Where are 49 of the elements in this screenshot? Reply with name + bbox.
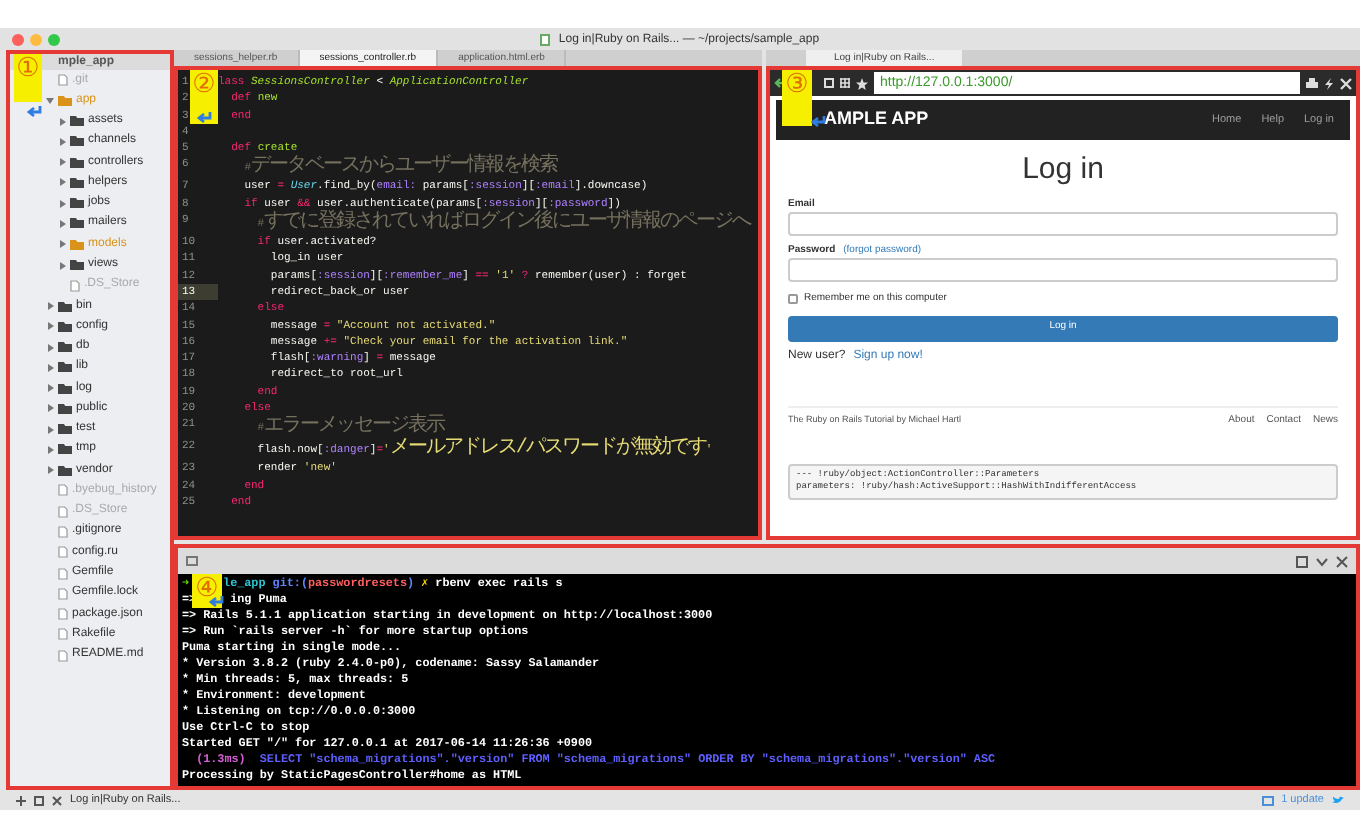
file-icon [58, 74, 68, 87]
star-icon[interactable] [856, 77, 868, 89]
password-field[interactable] [788, 258, 1338, 282]
chevron-icon[interactable] [46, 384, 54, 393]
square-icon[interactable] [34, 795, 44, 805]
chevron-icon[interactable] [58, 137, 66, 146]
grid-icon[interactable] [840, 78, 850, 88]
chevron-icon[interactable] [46, 343, 54, 352]
document-icon [540, 33, 551, 45]
curved-arrow-icon [208, 594, 224, 608]
callout-label: ④ [192, 574, 222, 608]
chevron-icon[interactable] [46, 445, 54, 454]
chevron-icon[interactable] [46, 466, 54, 475]
plus-icon[interactable] [16, 795, 26, 805]
update-icon[interactable] [1261, 795, 1274, 805]
email-field[interactable] [788, 212, 1338, 236]
chevron-icon[interactable] [58, 158, 66, 167]
chevron-icon[interactable] [58, 240, 66, 249]
chevron-icon[interactable] [46, 96, 54, 105]
chevron-icon[interactable] [1316, 555, 1328, 567]
callout-label: ③ [782, 70, 812, 126]
site-logo[interactable]: AMPLE APP [824, 106, 929, 134]
curved-arrow-icon [196, 110, 212, 124]
arrow-left-icon[interactable] [774, 78, 786, 88]
chevron-icon[interactable] [46, 363, 54, 372]
chevron-icon[interactable] [58, 261, 66, 270]
checkbox[interactable] [788, 294, 798, 305]
bird-icon[interactable] [1332, 795, 1344, 805]
printer-icon[interactable] [1306, 77, 1318, 89]
chevron-icon[interactable] [46, 322, 54, 331]
callout-label: ① [14, 54, 42, 102]
chevron-icon[interactable] [46, 404, 54, 413]
close-icon[interactable] [52, 795, 62, 805]
curved-arrow-icon [810, 114, 826, 128]
chevron-icon[interactable] [58, 219, 66, 228]
close-icon[interactable] [1336, 555, 1348, 567]
bolt-icon[interactable] [1324, 77, 1334, 89]
chevron-icon[interactable] [58, 199, 66, 208]
page-heading: Log in [1020, 152, 1106, 188]
chevron-icon[interactable] [46, 425, 54, 434]
curved-arrow-icon [26, 104, 42, 118]
terminal-icon[interactable] [186, 556, 198, 566]
callout-label: ② [190, 70, 218, 124]
chevron-icon[interactable] [46, 302, 54, 311]
expand-icon[interactable] [1296, 555, 1308, 567]
chevron-icon[interactable] [58, 178, 66, 187]
close-button[interactable] [12, 33, 24, 45]
chevron-icon[interactable] [58, 117, 66, 126]
file-icon [70, 279, 80, 292]
